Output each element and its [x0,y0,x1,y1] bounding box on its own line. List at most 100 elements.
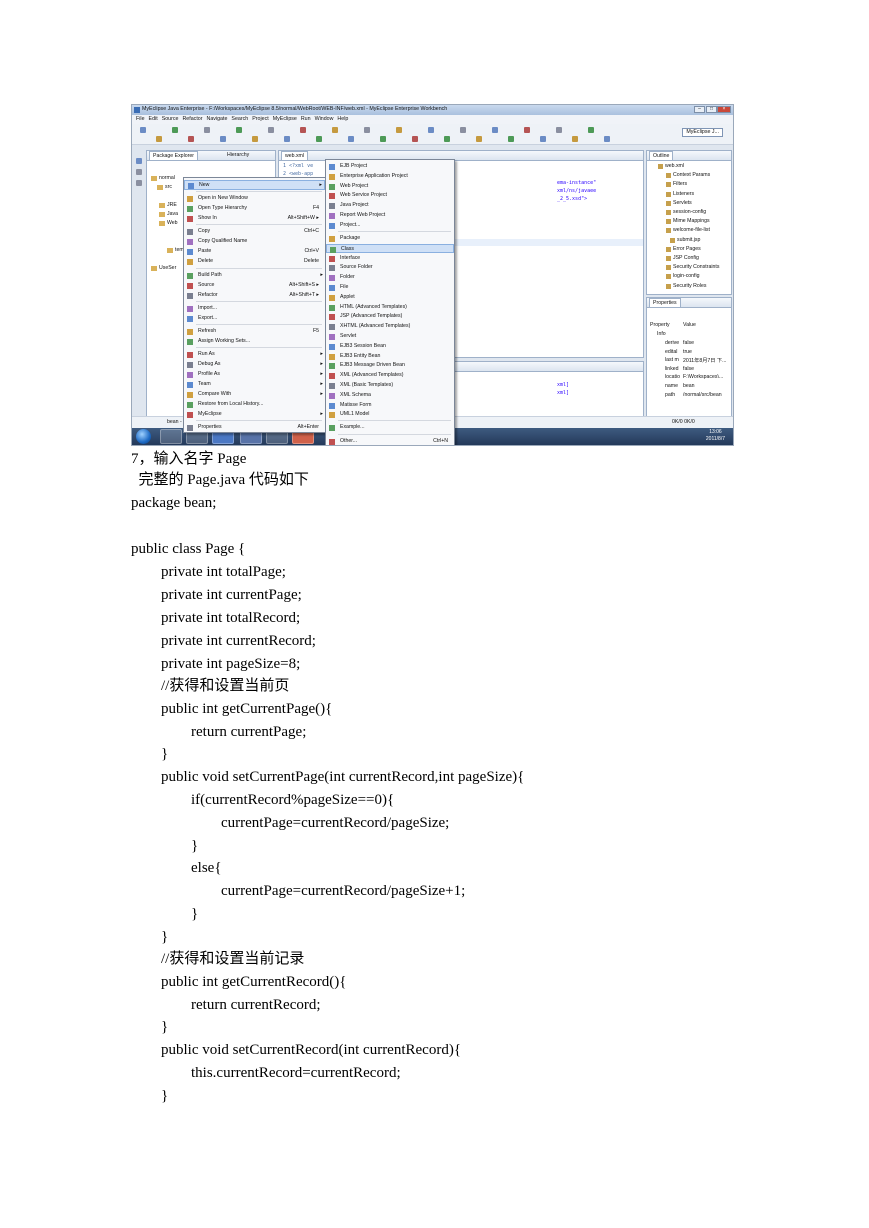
menu-item-interface[interactable]: Interface [326,254,454,264]
tab-hierarchy[interactable]: Hierarchy [227,152,249,158]
outline-item[interactable]: Security Constraints [673,264,719,270]
menu-item-source[interactable]: Source Alt+Shift+S ▸ [184,281,325,291]
menu-item-team[interactable]: Team ▸ [184,380,325,390]
toolbar-icon[interactable] [156,136,162,142]
menu-item-web-project[interactable]: Web Project [326,182,454,192]
tab-web-xml[interactable]: web.xml [281,151,309,160]
menu-item-ejb3-session-bean[interactable]: EJB3 Session Bean [326,342,454,352]
toolbar-icon[interactable] [556,127,562,133]
toolbar-icon[interactable] [492,127,498,133]
menu-item-uml1-model[interactable]: UML1 Model [326,410,454,420]
menu-item-example[interactable]: Example... [326,423,454,433]
menu-item-file[interactable]: File [326,283,454,293]
menu-item-new[interactable]: New ▸ [184,180,325,190]
outline-item[interactable]: Listeners [673,191,694,197]
toolbar-icon[interactable] [268,127,274,133]
explorer-item[interactable]: Java [167,211,178,217]
menu-item-jsp-advanced-templates[interactable]: JSP (Advanced Templates) [326,312,454,322]
menu-item-assign-working-sets[interactable]: Assign Working Sets... [184,337,325,347]
menu-item-copy-qualified-name[interactable]: Copy Qualified Name [184,237,325,247]
toolbar-icon[interactable] [444,136,450,142]
menu-item-xml-basic-templates[interactable]: XML (Basic Templates) [326,381,454,391]
menu-item-properties[interactable]: Properties Alt+Enter [184,423,325,433]
menu-item-export[interactable]: Export... [184,314,325,324]
explorer-item[interactable]: normal [159,175,175,181]
menu-item-java-project[interactable]: Java Project [326,201,454,211]
toolbar-icon[interactable] [396,127,402,133]
menu-item-applet[interactable]: Applet [326,293,454,303]
explorer-item[interactable]: src [165,184,172,190]
toolbar-icon[interactable] [476,136,482,142]
view-icon[interactable] [136,169,142,175]
toolbar-icon[interactable] [284,136,290,142]
menu-item-refactor[interactable]: Refactor Alt+Shift+T ▸ [184,291,325,301]
toolbar-icon[interactable] [380,136,386,142]
toolbar-icon[interactable] [540,136,546,142]
minimize-button[interactable]: – [694,106,705,113]
toolbar-icon[interactable] [220,136,226,142]
ie-taskbar-icon[interactable] [160,429,182,444]
toolbar-icon[interactable] [300,127,306,133]
toolbar-icon[interactable] [604,136,610,142]
toolbar-icon[interactable] [572,136,578,142]
toolbar-icon[interactable] [204,127,210,133]
menu-project[interactable]: Project [252,115,269,124]
toolbar-icon[interactable] [524,127,530,133]
toolbar-icon[interactable] [332,127,338,133]
menu-item-run-as[interactable]: Run As ▸ [184,350,325,360]
toolbar-icon[interactable] [188,136,194,142]
tab-properties[interactable]: Properties [649,298,681,307]
menu-item-folder[interactable]: Folder [326,273,454,283]
menu-item-compare-with[interactable]: Compare With ▸ [184,390,325,400]
view-icon[interactable] [136,158,142,164]
explorer-item[interactable]: Web [167,220,178,226]
perspective-switcher[interactable]: MyEclipse J... [682,128,723,137]
menu-window[interactable]: Window [315,115,334,124]
menu-item-restore-from-local-history[interactable]: Restore from Local History... [184,400,325,410]
toolbar-icon[interactable] [172,127,178,133]
taskbar-clock[interactable]: 13:06 2011/8/7 [706,429,725,443]
toolbar-icon[interactable] [428,127,434,133]
toolbar-icon[interactable] [412,136,418,142]
menu-item-matisse-form[interactable]: Matisse Form [326,401,454,411]
menu-navigate[interactable]: Navigate [207,115,228,124]
menu-item-paste[interactable]: Paste Ctrl+V [184,247,325,257]
menu-item-other[interactable]: Other... Ctrl+N [326,437,454,445]
outline-item[interactable]: web.xml [665,163,684,169]
menu-item-show-in[interactable]: Show In Alt+Shift+W ▸ [184,214,325,224]
menu-file[interactable]: File [136,115,145,124]
outline-item[interactable]: login-config [673,273,700,279]
menu-item-source-folder[interactable]: Source Folder [326,263,454,273]
menu-item-ejb-project[interactable]: EJB Project [326,162,454,172]
menu-item-delete[interactable]: Delete Delete [184,257,325,267]
menu-item-import[interactable]: Import... [184,304,325,314]
outline-item[interactable]: Context Params [673,172,710,178]
menu-item-html-advanced-templates[interactable]: HTML (Advanced Templates) [326,303,454,313]
outline-item[interactable]: Filters [673,181,687,187]
outline-item[interactable]: Mime Mappings [673,218,710,224]
toolbar-icon[interactable] [348,136,354,142]
menu-item-enterprise-application-project[interactable]: Enterprise Application Project [326,172,454,182]
outline-item[interactable]: submit.jsp [677,237,700,243]
outline-item[interactable]: welcome-file-list [673,227,710,233]
outline-item[interactable]: Servlets [673,200,692,206]
toolbar-icon[interactable] [588,127,594,133]
maximize-button[interactable]: □ [706,106,717,113]
menu-item-web-service-project[interactable]: Web Service Project [326,191,454,201]
menu-item-refresh[interactable]: Refresh F5 [184,327,325,337]
close-button[interactable]: × [717,106,731,113]
menu-item-project[interactable]: Project... [326,221,454,231]
menu-item-debug-as[interactable]: Debug As ▸ [184,360,325,370]
menu-run[interactable]: Run [301,115,311,124]
menu-edit[interactable]: Edit [149,115,158,124]
menu-item-myeclipse[interactable]: MyEclipse ▸ [184,410,325,420]
tab-package-explorer[interactable]: Package Explorer [149,151,198,160]
menu-item-class[interactable]: Class [326,243,454,254]
outline-item[interactable]: Security Roles [673,283,706,289]
menu-item-report-web-project[interactable]: Report Web Project [326,211,454,221]
menu-item-package[interactable]: Package [326,234,454,244]
view-icon[interactable] [136,180,142,186]
menu-item-open-in-new-window[interactable]: Open in New Window [184,194,325,204]
tab-outline[interactable]: Outline [649,151,674,160]
menu-item-profile-as[interactable]: Profile As ▸ [184,370,325,380]
